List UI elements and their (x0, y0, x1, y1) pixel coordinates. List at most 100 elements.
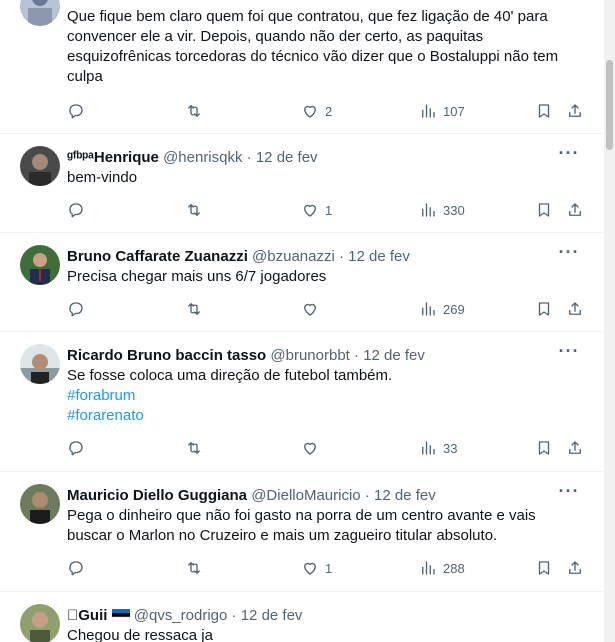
bookmark-icon (538, 441, 550, 455)
retweet-button[interactable] (185, 200, 203, 220)
tweet-date[interactable]: 12 de fev (374, 487, 436, 504)
avatar[interactable] (20, 0, 60, 26)
like-icon (304, 105, 316, 118)
separator-dot: · (354, 347, 360, 364)
like-button[interactable] (301, 438, 325, 458)
avatar[interactable] (20, 245, 60, 285)
share-icon (569, 302, 581, 315)
share-button[interactable] (566, 200, 584, 220)
retweet-icon (188, 442, 200, 454)
retweet-button[interactable] (185, 101, 203, 121)
user-handle[interactable]: @henrisqkk (163, 149, 242, 166)
views-button[interactable]: 269 (419, 299, 465, 319)
display-name[interactable]: Guii (67, 607, 107, 624)
estonia-flag-icon (111, 609, 130, 622)
bookmark-button[interactable] (535, 200, 553, 220)
avatar[interactable] (20, 344, 60, 384)
tweet-date[interactable]: 12 de fev (363, 347, 425, 364)
user-handle[interactable]: @brunorbbt (270, 347, 349, 364)
share-button[interactable] (566, 299, 584, 319)
reply-icon (69, 203, 83, 218)
tweet[interactable]: Guii @qvs_rodrigo · 12 de fev Chegou de… (0, 592, 603, 642)
more-options-button[interactable]: ··· (557, 243, 581, 265)
reply-icon (69, 302, 83, 317)
like-button[interactable] (301, 299, 325, 319)
views-count: 33 (443, 440, 458, 456)
views-button[interactable]: 330 (419, 200, 465, 220)
tweet-header: Ricardo Bruno baccin tasso @brunorbbt · … (67, 346, 563, 366)
retweet-button[interactable] (185, 558, 203, 578)
tweet-header: Guii @qvs_rodrigo · 12 de fev (67, 606, 563, 626)
views-button[interactable]: 33 (419, 438, 457, 458)
scrollbar-thumb[interactable] (606, 60, 613, 150)
like-count: 1 (325, 202, 333, 218)
user-handle[interactable]: @bzuanazzi (252, 248, 335, 265)
separator-dot: · (246, 149, 252, 166)
more-options-button[interactable]: ··· (557, 342, 581, 364)
like-button[interactable]: 2 (301, 101, 332, 121)
retweet-icon (188, 204, 200, 216)
bookmark-icon (538, 203, 550, 217)
reply-button[interactable] (67, 558, 85, 578)
tweet[interactable]: Ricardo Bruno baccin tasso @brunorbbt · … (0, 332, 603, 472)
share-button[interactable] (566, 438, 584, 458)
views-count: 330 (443, 202, 465, 218)
tweet-text: Precisa chegar mais uns 6/7 jogadores (67, 267, 573, 287)
reply-button[interactable] (67, 101, 85, 121)
tweet-line: Que fique bem claro quem foi que contrat… (67, 8, 548, 25)
user-handle[interactable]: @DielloMauricio (251, 487, 360, 504)
tweet[interactable]: Que fique bem claro quem foi que contrat… (0, 0, 603, 134)
tweet-actions: 269 (67, 299, 587, 319)
display-name[interactable]: ᵍᶠᵇᵖᵃHenrique (67, 149, 159, 166)
tweet[interactable]: ᵍᶠᵇᵖᵃHenrique @henrisqkk · 12 de fev ···… (0, 134, 603, 233)
reply-button[interactable] (67, 200, 85, 220)
bookmark-button[interactable] (535, 438, 553, 458)
avatar[interactable] (20, 484, 60, 524)
tweet-header: Mauricio Diello Guggiana @DielloMauricio… (67, 486, 563, 506)
like-icon (304, 204, 316, 217)
tweet-line: Chegou de ressaca ja (67, 627, 213, 642)
avatar[interactable] (20, 146, 60, 186)
tweet-actions: 1 288 (67, 558, 587, 578)
retweet-icon (188, 303, 200, 315)
tweet-text: bem-vindo (67, 168, 573, 188)
share-button[interactable] (566, 101, 584, 121)
tweet-actions: 2 107 (67, 101, 587, 121)
views-button[interactable]: 288 (419, 558, 465, 578)
reply-button[interactable] (67, 299, 85, 319)
display-name[interactable]: Bruno Caffarate Zuanazzi (67, 248, 248, 265)
tweet-date[interactable]: 12 de fev (348, 248, 410, 265)
more-options-button[interactable]: ··· (557, 482, 581, 504)
user-handle[interactable]: @qvs_rodrigo (134, 607, 228, 624)
reply-icon (69, 104, 83, 119)
like-button[interactable]: 1 (301, 200, 332, 220)
bookmark-icon (538, 302, 550, 316)
tweet-date[interactable]: 12 de fev (241, 607, 303, 624)
tweet-line: esquizofrênicas torcedoras do técnico vã… (67, 48, 559, 65)
share-icon (569, 441, 581, 454)
hashtag-link[interactable]: #forabrum (67, 386, 573, 406)
tweet-date[interactable]: 12 de fev (256, 149, 318, 166)
tweet-line: Precisa chegar mais uns 6/7 jogadores (67, 268, 327, 285)
bookmark-button[interactable] (535, 299, 553, 319)
avatar[interactable] (20, 604, 60, 642)
views-icon (422, 561, 435, 575)
display-name[interactable]: Ricardo Bruno baccin tasso (67, 347, 266, 364)
retweet-button[interactable] (185, 438, 203, 458)
display-name[interactable]: Mauricio Diello Guggiana (67, 487, 247, 504)
bookmark-icon (538, 561, 550, 575)
like-count: 1 (325, 560, 333, 576)
like-button[interactable]: 1 (301, 558, 332, 578)
tweet[interactable]: Mauricio Diello Guggiana @DielloMauricio… (0, 472, 603, 592)
more-options-button[interactable]: ··· (557, 144, 581, 166)
scrollbar[interactable] (604, 0, 615, 642)
hashtag-link[interactable]: #forarenato (67, 406, 573, 426)
reply-button[interactable] (67, 438, 85, 458)
share-button[interactable] (566, 558, 584, 578)
reply-icon (69, 441, 83, 456)
views-button[interactable]: 107 (419, 101, 465, 121)
bookmark-button[interactable] (535, 101, 553, 121)
tweet[interactable]: Bruno Caffarate Zuanazzi @bzuanazzi · 12… (0, 233, 603, 332)
bookmark-button[interactable] (535, 558, 553, 578)
retweet-button[interactable] (185, 299, 203, 319)
